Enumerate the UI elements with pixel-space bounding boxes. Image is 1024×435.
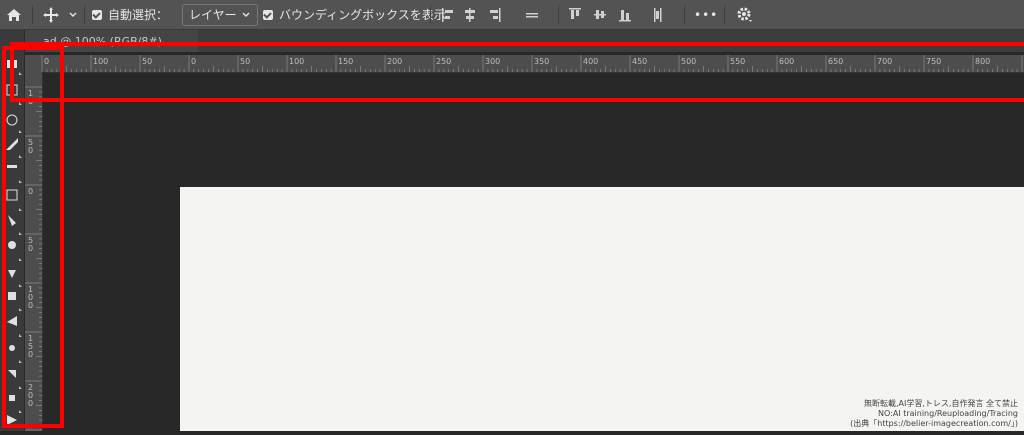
document-canvas[interactable] <box>180 187 1024 431</box>
gear-icon[interactable] <box>736 0 754 29</box>
layer-dropdown-value: レイヤー <box>189 8 237 22</box>
checkbox-checked-icon <box>263 9 273 20</box>
separator <box>684 5 685 24</box>
separator <box>724 5 725 24</box>
auto-select-checkbox[interactable]: 自動選択： <box>92 0 168 29</box>
highlight-horizontal-ruler <box>10 42 1024 102</box>
show-bounding-box-label: バウンディングボックスを表示 <box>279 8 446 22</box>
watermark-line-1: 無断転載,AI学習,トレス,自作発言 全て禁止 <box>863 399 1018 408</box>
auto-select-label: 自動選択： <box>108 8 169 22</box>
more-options-button[interactable]: ••• <box>694 0 718 29</box>
chevron-down-icon[interactable] <box>68 0 78 29</box>
watermark: 無断転載,AI学習,トレス,自作発言 全て禁止 NO:AI training/R… <box>850 399 1018 429</box>
move-tool-icon[interactable] <box>42 0 60 29</box>
separator <box>430 5 431 24</box>
watermark-line-2: NO:AI training/Reuploading/Tracing <box>877 409 1018 418</box>
home-icon[interactable] <box>6 0 22 29</box>
highlight-vertical-ruler <box>2 46 64 428</box>
align-buttons <box>440 0 550 29</box>
show-bounding-box-checkbox[interactable]: バウンディングボックスを表示 <box>263 0 446 29</box>
chevron-down-icon <box>242 12 250 17</box>
watermark-line-3: (出典「https://belier-imagecreation.com/」) <box>850 419 1018 428</box>
separator <box>84 5 85 24</box>
checkbox-checked-icon <box>92 9 102 20</box>
separator <box>558 5 559 24</box>
separator <box>32 5 33 24</box>
layer-dropdown[interactable]: レイヤー <box>182 0 258 29</box>
distribute-buttons <box>568 0 668 29</box>
options-bar: 自動選択： レイヤー バウンディングボックスを表示 ••• <box>0 0 1024 30</box>
